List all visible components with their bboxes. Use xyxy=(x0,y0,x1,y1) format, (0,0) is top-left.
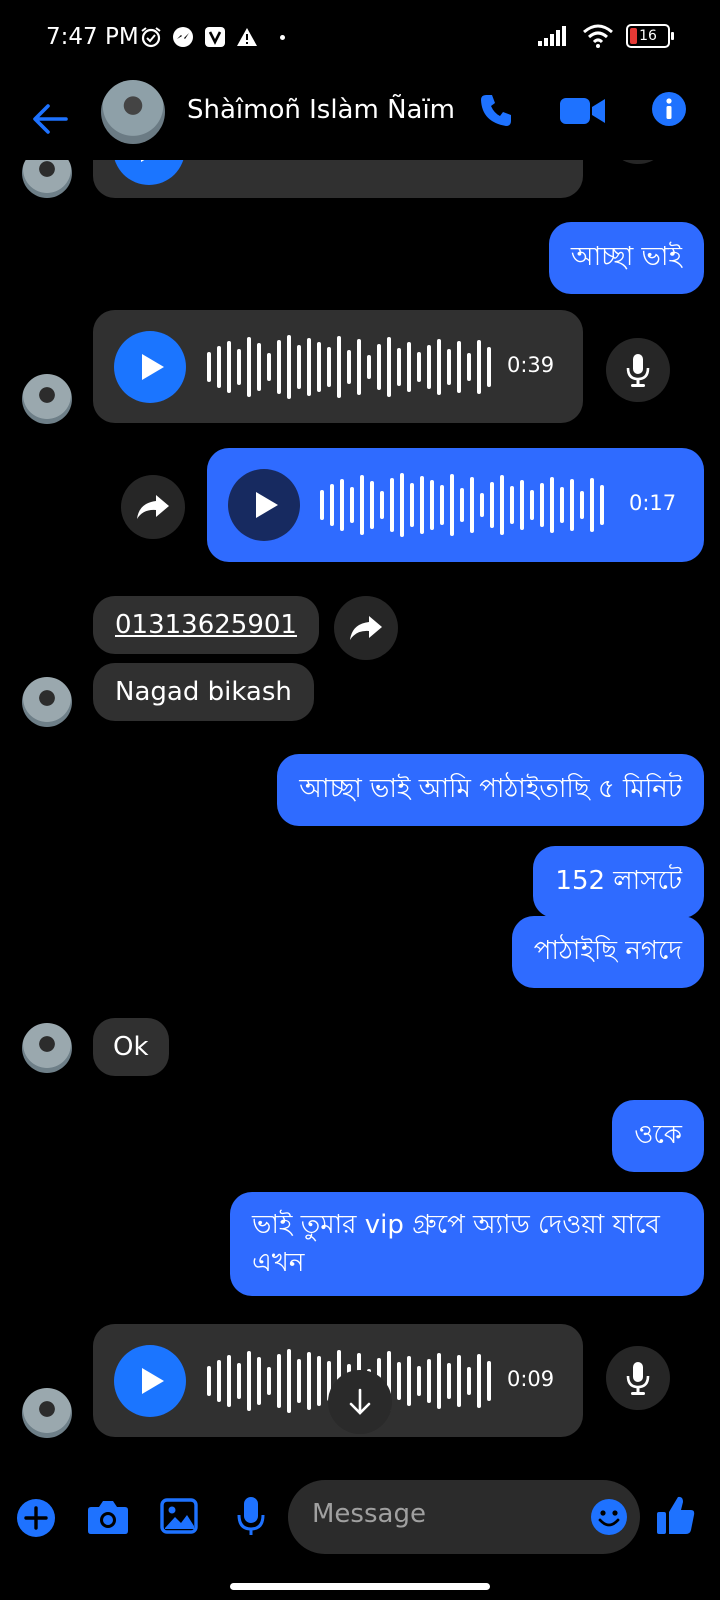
voice-message[interactable] xyxy=(93,160,583,198)
message-line: ভাই তুমার vip গ্রুপে অ্যাড দেওয়া যাবে xyxy=(252,1210,660,1240)
status-time: 7:47 PM xyxy=(46,24,139,50)
emoji-icon[interactable] xyxy=(590,1498,628,1536)
like-thumb-icon[interactable] xyxy=(656,1494,696,1536)
mic-button[interactable] xyxy=(606,1346,670,1410)
message-bubble-outgoing[interactable]: 152 লাসটে xyxy=(533,846,704,918)
phone-call-icon[interactable] xyxy=(478,92,514,128)
dot-icon xyxy=(280,34,285,40)
play-button[interactable] xyxy=(228,469,300,541)
status-notification-icons xyxy=(140,26,285,48)
message-bubble-incoming[interactable]: Ok xyxy=(93,1018,169,1076)
voice-duration: 0:09 xyxy=(507,1367,555,1391)
play-button[interactable] xyxy=(114,1345,186,1417)
play-icon xyxy=(142,354,164,380)
phone-number-link[interactable]: 01313625901 xyxy=(93,596,319,654)
voice-message-outgoing[interactable]: 0:17 xyxy=(207,448,704,562)
sender-avatar[interactable] xyxy=(22,160,72,198)
contact-avatar[interactable] xyxy=(101,80,165,144)
voice-record-icon[interactable] xyxy=(236,1496,266,1538)
mic-icon xyxy=(626,354,650,387)
forward-button[interactable] xyxy=(121,475,185,539)
arrow-down-icon xyxy=(349,1388,371,1415)
wifi-icon xyxy=(583,24,613,48)
sender-avatar[interactable] xyxy=(22,1388,72,1438)
info-icon[interactable] xyxy=(651,91,687,127)
message-line: এখন xyxy=(252,1248,305,1278)
signal-icon xyxy=(538,26,566,46)
play-icon xyxy=(256,492,278,518)
mic-icon xyxy=(626,1362,650,1395)
forward-icon xyxy=(137,495,169,519)
message-bubble-outgoing[interactable]: ভাই তুমার vip গ্রুপে অ্যাড দেওয়া যাবে এ… xyxy=(230,1192,704,1296)
message-bubble-outgoing[interactable]: ওকে xyxy=(612,1100,704,1172)
messenger-notif-icon xyxy=(173,27,193,47)
play-button[interactable] xyxy=(113,160,185,185)
video-call-icon[interactable] xyxy=(560,96,606,126)
sender-avatar[interactable] xyxy=(22,1023,72,1073)
voice-duration: 0:39 xyxy=(507,353,555,377)
voice-message[interactable]: 0:39 xyxy=(93,310,583,423)
forward-button[interactable] xyxy=(334,596,398,660)
sender-avatar[interactable] xyxy=(22,677,72,727)
status-bar: 7:47 PM 16 xyxy=(0,0,720,80)
message-input[interactable] xyxy=(310,1498,564,1530)
alarm-icon xyxy=(141,27,161,48)
waveform xyxy=(207,332,491,402)
camera-icon[interactable] xyxy=(87,1498,129,1536)
mic-button[interactable] xyxy=(606,160,670,164)
play-button[interactable] xyxy=(114,331,186,403)
message-input-container[interactable] xyxy=(288,1480,640,1554)
status-system-icons: 16 xyxy=(538,24,674,48)
contact-name[interactable]: Shàîmoñ Islàm Ñaïm xyxy=(187,95,455,125)
gallery-icon[interactable] xyxy=(160,1498,198,1534)
message-bubble-outgoing[interactable]: পাঠাইছি নগদে xyxy=(511,916,704,988)
v-app-icon xyxy=(205,27,225,47)
home-indicator[interactable] xyxy=(230,1583,490,1590)
battery-icon: 16 xyxy=(626,24,674,48)
warning-icon xyxy=(237,28,257,46)
message-list[interactable]: আচ্ছা ভাই 0:39 0:17 01313625901 Nagad bi… xyxy=(0,160,720,1470)
chat-header: Shàîmoñ Islàm Ñaïm xyxy=(0,80,720,160)
play-icon xyxy=(142,1368,164,1394)
sender-avatar[interactable] xyxy=(22,374,72,424)
scroll-to-bottom-button[interactable] xyxy=(328,1370,392,1434)
message-bubble-outgoing[interactable]: আচ্ছা ভাই xyxy=(548,222,704,294)
voice-duration: 0:17 xyxy=(629,491,677,515)
message-bubble-outgoing[interactable]: আচ্ছা ভাই আমি পাঠাইতাছি ৫ মিনিট xyxy=(277,754,704,826)
message-bubble-incoming[interactable]: Nagad bikash xyxy=(93,663,314,721)
mic-button[interactable] xyxy=(606,338,670,402)
back-arrow-icon[interactable] xyxy=(32,102,68,136)
plus-icon[interactable] xyxy=(16,1498,56,1538)
forward-icon xyxy=(350,616,382,640)
battery-level: 16 xyxy=(639,28,657,44)
waveform xyxy=(320,470,604,540)
play-icon xyxy=(141,160,163,162)
